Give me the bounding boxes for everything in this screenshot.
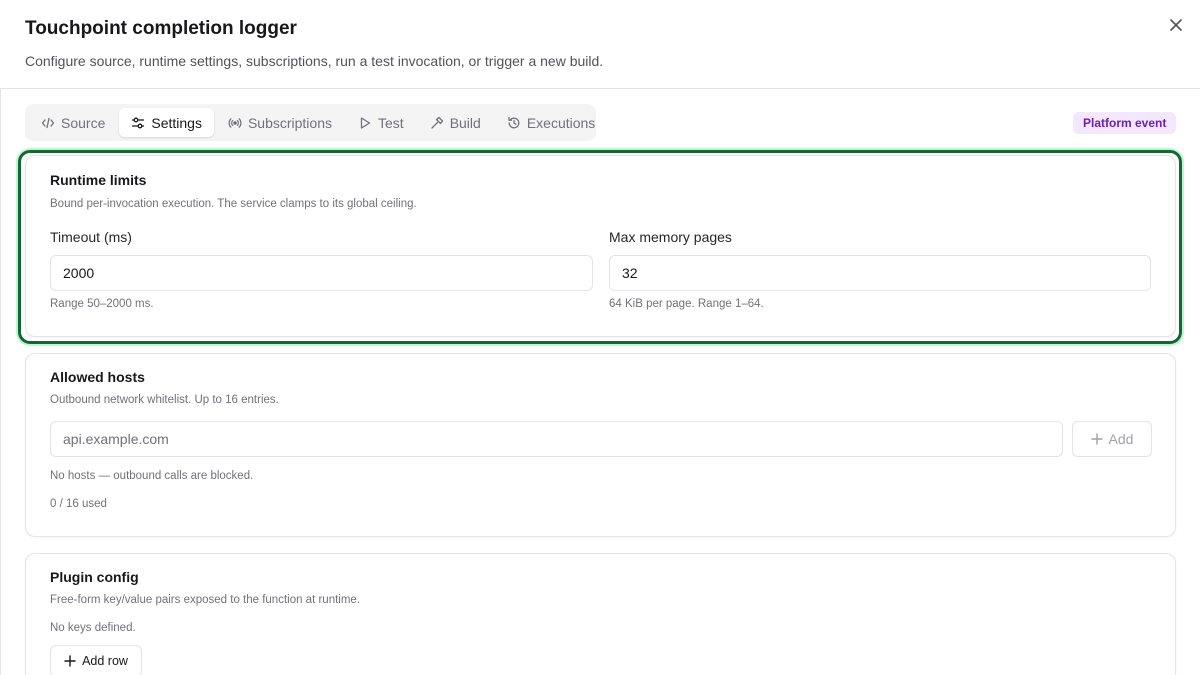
code-icon xyxy=(41,117,55,128)
plugin-empty-text: No keys defined. xyxy=(50,622,136,634)
tab-settings[interactable]: Settings xyxy=(119,108,214,137)
dialog-header: Touchpoint completion logger Configure s… xyxy=(0,0,1200,89)
timeout-input[interactable] xyxy=(50,255,593,291)
tab-label: Subscriptions xyxy=(247,114,332,131)
sliders-icon xyxy=(132,117,145,128)
hammer-icon xyxy=(431,116,443,129)
section-title: Runtime limits xyxy=(50,172,147,188)
tab-label: Source xyxy=(61,114,106,131)
tab-label: Build xyxy=(449,114,481,131)
play-icon xyxy=(360,116,371,129)
memory-label: Max memory pages xyxy=(609,229,732,245)
plugin-config-card: Plugin config Free-form key/value pairs … xyxy=(25,553,1176,675)
tab-label: Executions xyxy=(526,114,596,131)
broadcast-icon xyxy=(228,117,242,128)
add-row-button[interactable]: Add row xyxy=(50,645,142,675)
memory-hint: 64 KiB per page. Range 1–64. xyxy=(609,298,764,310)
tab-label: Test xyxy=(378,114,404,131)
section-title: Plugin config xyxy=(50,569,139,585)
timeout-hint: Range 50–2000 ms. xyxy=(50,298,154,310)
panel-edge xyxy=(0,89,1,675)
timeout-label: Timeout (ms) xyxy=(50,229,132,245)
close-button[interactable] xyxy=(1165,14,1187,36)
host-input[interactable] xyxy=(50,421,1063,457)
tab-executions[interactable]: Executions xyxy=(495,108,607,137)
allowed-hosts-card: Allowed hosts Outbound network whitelist… xyxy=(25,353,1176,537)
runtime-limits-card: Runtime limits Bound per-invocation exec… xyxy=(25,155,1176,337)
hosts-usage: 0 / 16 used xyxy=(50,498,107,510)
tab-label: Settings xyxy=(151,114,202,131)
tab-build[interactable]: Build xyxy=(418,108,493,137)
section-description: Bound per-invocation execution. The serv… xyxy=(50,198,417,210)
add-label: Add xyxy=(1108,431,1134,447)
close-icon xyxy=(1170,19,1182,31)
event-type-badge: Platform event xyxy=(1073,112,1177,134)
section-title: Allowed hosts xyxy=(50,369,145,385)
section-description: Free-form key/value pairs exposed to the… xyxy=(50,594,361,606)
plus-icon xyxy=(1090,433,1103,445)
tab-subscriptions[interactable]: Subscriptions xyxy=(216,108,344,137)
add-row-label: Add row xyxy=(82,654,128,668)
dialog-subtitle: Configure source, runtime settings, subs… xyxy=(25,53,604,69)
plus-icon xyxy=(64,655,76,667)
tab-source[interactable]: Source xyxy=(29,108,117,137)
memory-pages-input[interactable] xyxy=(609,255,1151,291)
add-host-button[interactable]: Add xyxy=(1072,421,1152,457)
tab-bar: Source Settings Subscriptions Test Build… xyxy=(25,104,596,141)
tab-test[interactable]: Test xyxy=(346,108,416,137)
history-icon xyxy=(508,116,520,128)
dialog-title: Touchpoint completion logger xyxy=(25,18,297,39)
hosts-empty-text: No hosts — outbound calls are blocked. xyxy=(50,470,254,482)
section-description: Outbound network whitelist. Up to 16 ent… xyxy=(50,394,279,406)
